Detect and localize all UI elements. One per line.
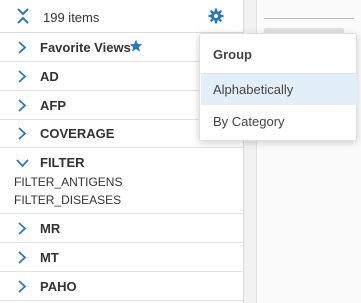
chevron-right-icon [18,127,27,140]
collapse-all-icon[interactable] [14,7,32,25]
group-row-mr[interactable]: MR [0,214,243,243]
list-header: 199 items [0,0,243,33]
group-label: AD [40,69,59,84]
group-label: FILTER [40,155,85,170]
group-label: AFP [40,98,66,113]
group-label: MR [40,221,61,236]
chevron-down-icon [16,159,29,168]
group-menu-heading: Group [213,47,252,62]
group-row-filter[interactable]: FILTER FILTER_ANTIGENS FILTER_DISEASES [0,148,243,214]
chevron-right-icon [18,41,27,54]
group-row-mt[interactable]: MT [0,243,243,272]
group-label: Favorite Views [40,40,131,55]
group-menu: Group Alphabetically By Category [199,33,357,141]
item-count: 199 items [43,10,100,25]
group-option-alphabetically[interactable]: Alphabetically [201,74,357,105]
view-item-filter-diseases[interactable]: FILTER_DISEASES [14,193,121,207]
group-label: MT [40,250,59,265]
chevron-right-icon [18,70,27,83]
background-divider [264,18,354,19]
group-row-paho[interactable]: PAHO [0,272,243,301]
group-option-by-category[interactable]: By Category [201,106,357,137]
chevron-right-icon [18,280,27,293]
chevron-right-icon [18,222,27,235]
view-item-filter-antigens[interactable]: FILTER_ANTIGENS [14,175,122,189]
chevron-right-icon [18,99,27,112]
group-label: COVERAGE [40,126,115,141]
group-label: PAHO [40,279,77,294]
gear-icon[interactable] [208,8,224,24]
star-icon [129,39,143,52]
chevron-right-icon [18,251,27,264]
